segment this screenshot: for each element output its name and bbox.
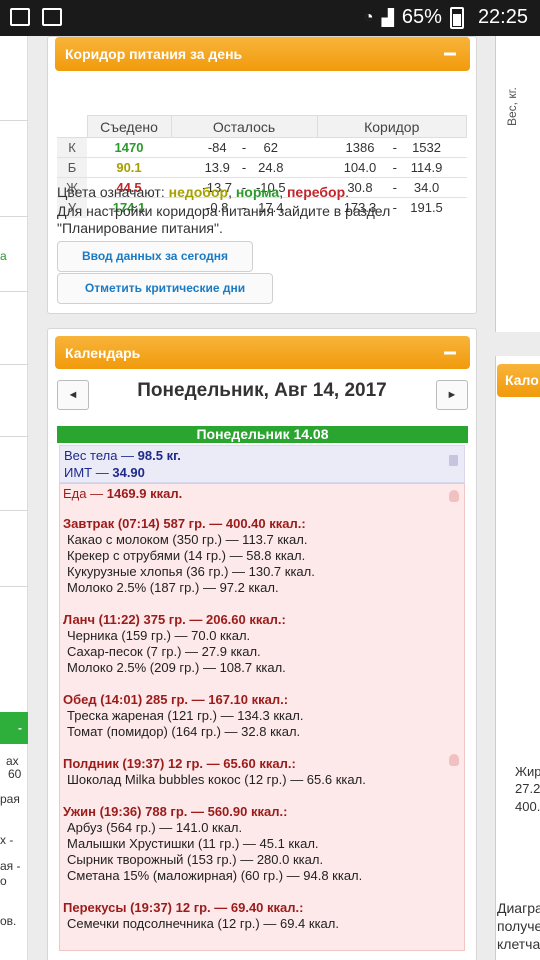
weight-axis-label: Вес, кг. — [505, 87, 519, 126]
wifi-icon: ◔ — [363, 8, 374, 26]
right-calorie-panel-fragment — [495, 356, 540, 960]
row-label: К — [57, 137, 87, 158]
color-legend: Цвета означают: недобор, норма, перебор. — [57, 184, 350, 200]
right-text: 400. — [515, 799, 540, 814]
left-fragment-text: 60 — [8, 767, 22, 781]
table-row: Б 90.1 13.9 - 24.8 104.0 - 114.9 — [57, 157, 467, 178]
legend-under: недобор — [168, 184, 229, 200]
corridor-range: 104.0 - 114.9 — [317, 157, 467, 178]
food-item[interactable]: Томат (помидор) (164 гр.) — 32.8 ккал. — [67, 724, 300, 739]
meal-title[interactable]: Ланч (11:22) 375 гр. — 206.60 ккал.: — [63, 612, 286, 627]
food-total: Еда — 1469.9 ккал. — [63, 486, 183, 501]
battery-percent: 65% — [401, 6, 442, 28]
right-text: клетча — [497, 936, 540, 952]
left-fragment-text: о — [0, 874, 7, 888]
remaining-range: -84 - 62 — [171, 137, 317, 158]
bmi-value: 34.90 — [112, 465, 145, 480]
food-item[interactable]: Сметана 15% (маложирная) (60 гр.) — 94.8… — [67, 868, 362, 883]
trash-icon[interactable] — [449, 455, 458, 466]
right-text: 27.2 — [515, 781, 540, 796]
left-fragment-text: рая — [0, 792, 20, 806]
drag-hand-icon[interactable] — [449, 490, 459, 502]
row-label: Б — [57, 157, 87, 178]
collapse-icon[interactable] — [444, 52, 456, 56]
corridor-range: 1386 - 1532 — [317, 137, 467, 158]
left-fragment-text: ов. — [0, 914, 17, 928]
meal-title[interactable]: Ужин (19:36) 788 гр. — 560.90 ккал.: — [63, 804, 287, 819]
left-green-chip[interactable]: - — [0, 712, 28, 744]
food-item[interactable]: Сахар-песок (7 гр.) — 27.9 ккал. — [67, 644, 261, 659]
image-icon — [10, 8, 30, 26]
meal-title[interactable]: Обед (14:01) 285 гр. — 167.10 ккал.: — [63, 692, 288, 707]
clock: 22:25 — [477, 6, 528, 28]
calendar-title: Календарь — [65, 345, 141, 361]
collapse-icon[interactable] — [444, 351, 456, 354]
food-item[interactable]: Шоколад Milka bubbles кокос (12 гр.) — 6… — [67, 772, 366, 787]
meal-title[interactable]: Полдник (19:37) 12 гр. — 65.60 ккал.: — [63, 756, 296, 771]
left-fragment-text: а — [0, 249, 7, 263]
left-fragment-text: ая - — [0, 859, 21, 873]
food-item[interactable]: Арбуз (564 гр.) — 141.0 ккал. — [67, 820, 242, 835]
food-item[interactable]: Треска жареная (121 гр.) — 134.3 ккал. — [67, 708, 303, 723]
corridor-header[interactable]: Коридор питания за день — [55, 37, 470, 71]
next-day-button[interactable]: ► — [436, 380, 468, 410]
prev-day-button[interactable]: ◄ — [57, 380, 89, 410]
drag-hand-icon[interactable] — [449, 754, 459, 766]
table-header-row: Съедено Осталось Коридор — [57, 115, 467, 138]
food-item[interactable]: Молоко 2.5% (209 гр.) — 108.7 ккал. — [67, 660, 286, 675]
legend-norm: норма — [235, 184, 280, 200]
col-eaten: Съедено — [86, 115, 172, 138]
food-item[interactable]: Крекер с отрубями (14 гр.) — 58.8 ккал. — [67, 548, 305, 563]
food-item[interactable]: Сырник творожный (153 гр.) — 280.0 ккал. — [67, 852, 323, 867]
legend-over: перебор — [286, 184, 346, 200]
meal-title[interactable]: Перекусы (19:37) 12 гр. — 69.40 ккал.: — [63, 900, 303, 915]
right-calorie-header[interactable]: Кало — [497, 364, 540, 397]
food-box: Еда — 1469.9 ккал. Завтрак (07:14) 587 г… — [59, 483, 465, 951]
food-item[interactable]: Малышки Хрустишки (11 гр.) — 45.1 ккал. — [67, 836, 319, 851]
right-text: получе — [497, 918, 540, 934]
food-item[interactable]: Черника (159 гр.) — 70.0 ккал. — [67, 628, 250, 643]
food-item[interactable]: Какао с молоком (350 гр.) — 113.7 ккал. — [67, 532, 307, 547]
battery-icon — [449, 6, 464, 29]
right-panel-fragment: Вес, кг. Кало Жир 27.2 400. Диагра получ… — [495, 36, 540, 960]
corridor-title: Коридор питания за день — [65, 46, 243, 62]
food-item[interactable]: Молоко 2.5% (187 гр.) — 97.2 ккал. — [67, 580, 279, 595]
signal-icon: ▟ — [381, 9, 394, 27]
right-weight-chart-fragment — [495, 36, 540, 332]
meal-title[interactable]: Завтрак (07:14) 587 гр. — 400.40 ккал.: — [63, 516, 306, 531]
calendar-date: Понедельник, Авг 14, 2017 — [137, 380, 387, 401]
page: а - ах 60 рая х - ая - о ов. Коридор пит… — [0, 36, 540, 960]
mail-icon — [42, 8, 62, 26]
calendar-header[interactable]: Календарь — [55, 336, 470, 369]
remaining-range: 13.9 - 24.8 — [171, 157, 317, 178]
eaten-value: 90.1 — [87, 157, 171, 178]
right-text: Жир — [515, 764, 540, 779]
right-text: Диагра — [497, 900, 540, 916]
left-fragment-text: ах — [6, 754, 19, 768]
col-remaining: Осталось — [170, 115, 318, 138]
input-today-button[interactable]: Ввод данных за сегодня — [57, 241, 253, 272]
status-bar: ◔ ▟ 65% 22:25 — [0, 0, 540, 36]
eaten-value: 1470 — [87, 137, 171, 158]
food-item[interactable]: Кукурузные хлопья (36 гр.) — 130.7 ккал. — [67, 564, 315, 579]
food-item[interactable]: Семечки подсолнечника (12 гр.) — 69.4 кк… — [67, 916, 339, 931]
left-fragment-text: х - — [0, 833, 14, 847]
col-corridor: Коридор — [316, 115, 467, 138]
table-row: К 1470 -84 - 62 1386 - 1532 — [57, 137, 467, 158]
left-panel-fragment: а - ах 60 рая х - ая - о ов. — [0, 36, 28, 960]
critical-days-button[interactable]: Отметить критические дни — [57, 273, 273, 304]
day-bar: Понедельник 14.08 — [57, 426, 468, 443]
weight-box[interactable]: Вес тела — 98.5 кг. ИМТ — 34.90 — [59, 445, 465, 483]
corridor-note: Для настройки коридора питания зайдите в… — [57, 203, 391, 236]
weight-value: 98.5 кг. — [137, 448, 181, 463]
